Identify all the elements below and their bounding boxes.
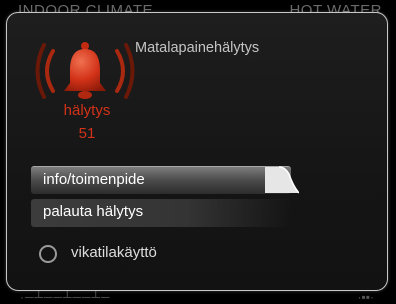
menu-item-info[interactable]: info/toimenpide [31, 166, 299, 194]
radio-button[interactable] [39, 245, 57, 263]
menu-item-info-label: info/toimenpide [43, 171, 145, 188]
menu-item-reset-alarm-label: palauta hälytys [43, 203, 144, 220]
bell-icon [35, 39, 135, 103]
footer-left-fragment: ·─┴──┴──┴─ [20, 290, 111, 304]
fault-mode-label: vikatilakäyttö [71, 244, 157, 261]
alarm-number: 51 [78, 125, 96, 142]
alarm-dialog: hälytys 51 Matalapainehälytys info/toime… [6, 12, 388, 291]
alarm-label: hälytys [63, 102, 111, 119]
footer-right-fragment: ·▪▪· [357, 290, 375, 304]
alarm-title: Matalapainehälytys [135, 40, 260, 56]
menu-item-reset-alarm[interactable]: palauta hälytys [31, 199, 291, 227]
page-fold-icon [265, 166, 299, 194]
